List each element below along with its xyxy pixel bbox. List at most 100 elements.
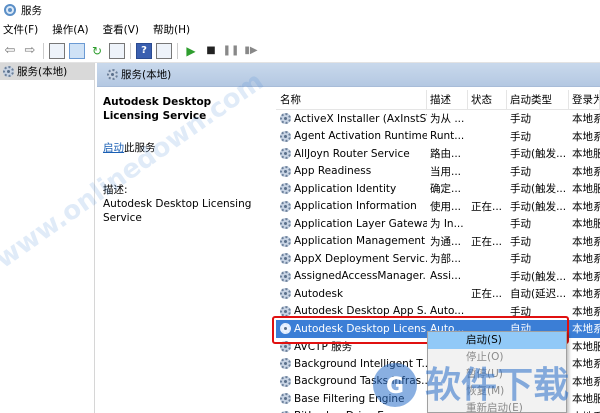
gear-icon: [280, 253, 291, 265]
service-startup-type-cell: 手动: [510, 253, 531, 266]
forward-arrow-icon[interactable]: ⇨: [22, 43, 38, 59]
table-row[interactable]: App Readiness 当用... 手动 本地系统: [276, 163, 600, 181]
service-description-cell: Assi...: [430, 270, 462, 283]
column-header-name[interactable]: 名称: [276, 90, 427, 110]
gear-icon: [3, 66, 14, 77]
service-startup-type-cell: 自动(延迟...: [510, 288, 567, 301]
service-name-cell: AssignedAccessManager...: [276, 270, 427, 282]
service-name-text: Autodesk Desktop Licens...: [294, 322, 427, 335]
table-row[interactable]: Agent Activation Runtime...Runt... 手动 本地系统: [276, 128, 600, 146]
service-description-cell: 为从 ...: [430, 113, 465, 126]
pause-icon[interactable]: ❚❚: [223, 43, 240, 59]
service-name-cell: Application Information: [276, 200, 427, 212]
service-startup-type-cell: 手动(触发...: [510, 200, 567, 213]
table-row[interactable]: Autodesk 正在... 自动(延迟... 本地系统: [276, 285, 600, 303]
column-header-log-on-as[interactable]: 登录为: [569, 90, 600, 110]
gear-icon: [280, 375, 291, 387]
service-logon-cell: 本地系统: [572, 270, 600, 283]
service-name-cell: Autodesk Desktop App S...: [276, 305, 427, 317]
service-name-cell: ActiveX Installer (AxInstSV): [276, 113, 427, 125]
main-pane-title: 服务(本地): [121, 69, 172, 81]
stop-icon[interactable]: ■: [203, 43, 219, 59]
service-name-text: Base Filtering Engine: [294, 392, 405, 405]
restart-icon[interactable]: ▮▶: [243, 43, 259, 59]
console-tree-icon[interactable]: [49, 42, 65, 59]
service-name-cell: Background Tasks Infras...: [276, 375, 427, 387]
context-menu-stop[interactable]: 停止(O): [428, 349, 566, 366]
table-row[interactable]: AppX Deployment Servic...为部... 手动 本地系统: [276, 250, 600, 268]
service-startup-type-cell: 手动: [510, 130, 531, 143]
back-arrow-icon[interactable]: ⇦: [2, 43, 18, 59]
service-startup-type-cell: 手动(触发...: [510, 148, 567, 161]
service-logon-cell: 本地系统: [572, 200, 600, 213]
service-startup-type-cell: 手动: [510, 218, 531, 231]
export-list-icon[interactable]: [109, 42, 125, 59]
table-row[interactable]: Application Information 使用... 正在... 手动(触发..…: [276, 198, 600, 216]
service-description-cell: 为 In...: [430, 218, 464, 231]
tree-item-label: 服务(本地): [17, 66, 68, 78]
menu-action[interactable]: 操作(A): [52, 22, 88, 37]
gear-icon: [280, 218, 291, 230]
tree-item-services-local[interactable]: 服务(本地): [0, 63, 94, 80]
gear-icon: [280, 270, 291, 282]
service-startup-type-cell: 手动: [510, 235, 531, 248]
context-menu-pause[interactable]: 暂停(U): [428, 366, 566, 383]
service-description-cell: 使用...: [430, 200, 462, 213]
service-startup-type-cell: 手动: [510, 305, 531, 318]
column-header-status[interactable]: 状态: [468, 90, 507, 110]
toolbar-separator: [177, 42, 178, 59]
service-description-cell: 当用...: [430, 165, 462, 178]
service-name-cell: Autodesk: [276, 288, 427, 300]
table-row[interactable]: AssignedAccessManager... Assi... 手动(触发... 本…: [276, 268, 600, 286]
menu-bar: 文件(F) 操作(A) 查看(V) 帮助(H): [0, 20, 600, 39]
show-hide-pane-icon[interactable]: [69, 42, 85, 59]
play-start-icon[interactable]: ▶: [183, 43, 199, 59]
service-startup-type-cell: 手动(触发...: [510, 270, 567, 283]
service-name-cell: Background Intelligent T...: [276, 358, 427, 370]
service-logon-cell: 本地服务: [572, 148, 600, 161]
context-menu-restart[interactable]: 重新启动(E): [428, 400, 566, 413]
refresh-icon[interactable]: ↻: [89, 43, 105, 59]
service-logon-cell: 本地系统: [569, 409, 600, 413]
service-name-cell: Application Layer Gatewa...: [276, 218, 427, 230]
context-menu-resume[interactable]: 恢复(M): [428, 383, 566, 400]
service-name-cell: AVCTP 服务: [276, 339, 427, 354]
service-status-cell: 正在...: [471, 200, 503, 213]
service-status-cell: 正在...: [471, 235, 503, 248]
table-row[interactable]: Application Identity 确定... 手动(触发... 本地服务: [276, 180, 600, 198]
service-startup-type-cell: 手动: [510, 113, 531, 126]
column-header-description[interactable]: 描述: [427, 90, 468, 110]
table-row[interactable]: ActiveX Installer (AxInstSV)为从 ... 手动 本地系统: [276, 110, 600, 128]
window-title: 服务: [21, 4, 42, 17]
properties-icon[interactable]: [156, 42, 172, 59]
gear-icon: [280, 148, 291, 160]
menu-view[interactable]: 查看(V): [103, 22, 139, 37]
service-logon-cell: 本地服务: [572, 340, 600, 353]
context-menu-start[interactable]: 启动(S): [428, 332, 566, 349]
service-logon-cell: 本地系统: [572, 288, 600, 301]
table-row[interactable]: Autodesk Desktop App S...Auto... 手动 本地系统: [276, 303, 600, 321]
table-row[interactable]: Application Management 为通... 正在... 手动 本地系统: [276, 233, 600, 251]
service-logon-cell: 本地服务: [572, 218, 600, 231]
gear-icon: [280, 393, 291, 405]
service-name-cell: Base Filtering Engine: [276, 393, 427, 405]
service-name-text: Autodesk: [294, 287, 344, 300]
service-startup-type-cell: 手动: [510, 165, 531, 178]
table-row[interactable]: Application Layer Gatewa...为 In... 手动 本地服务: [276, 215, 600, 233]
gear-icon: [280, 323, 291, 335]
service-name-cell: Application Management: [276, 235, 427, 247]
service-name-cell: Application Identity: [276, 183, 427, 195]
service-name-cell: AllJoyn Router Service: [276, 148, 427, 160]
gear-icon: [280, 130, 291, 142]
start-service-link[interactable]: 启动: [103, 142, 124, 154]
table-row[interactable]: AllJoyn Router Service 路由... 手动(触发... 本地服务: [276, 145, 600, 163]
toolbar-separator: [130, 42, 131, 59]
service-name-text: Autodesk Desktop App S...: [294, 305, 427, 318]
menu-file[interactable]: 文件(F): [3, 22, 38, 37]
gear-icon: [107, 69, 118, 80]
menu-help[interactable]: 帮助(H): [153, 22, 190, 37]
service-name-cell: Autodesk Desktop Licens...: [276, 323, 427, 335]
help-icon[interactable]: ?: [136, 42, 152, 59]
column-header-startup-type[interactable]: 启动类型: [507, 90, 569, 110]
service-name-text: AssignedAccessManager...: [294, 270, 427, 283]
